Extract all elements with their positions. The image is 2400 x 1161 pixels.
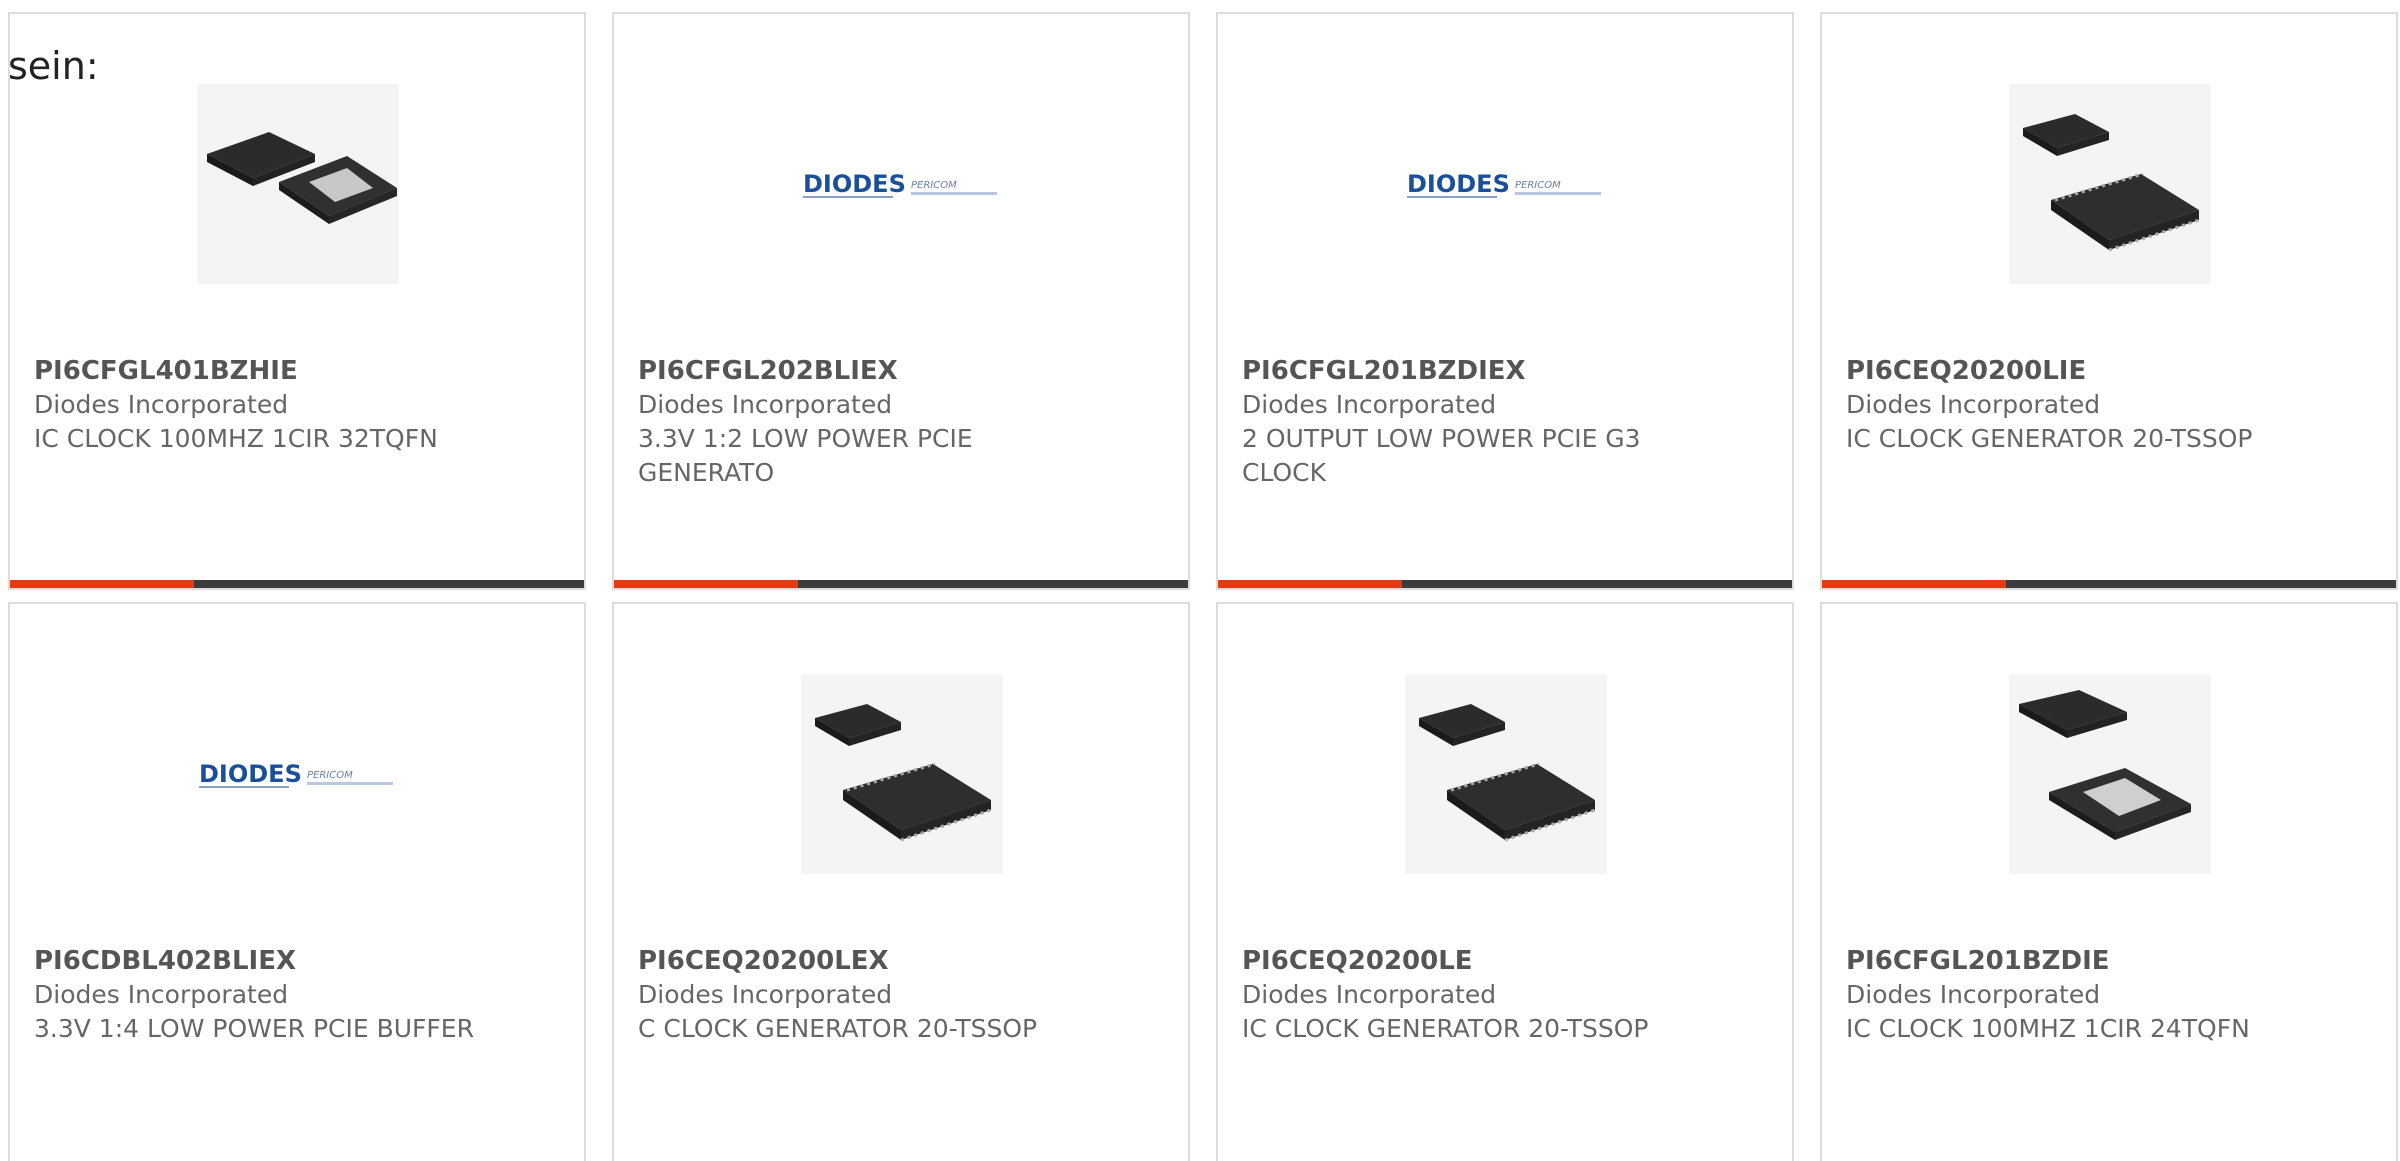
logo-sub: PERICOM	[911, 180, 957, 191]
description: 2 OUTPUT LOW POWER PCIE G3 CLOCK	[1242, 424, 1641, 487]
progress-bar	[1822, 580, 2396, 588]
part-number-link[interactable]: PI6CFGL201BZDIE	[1846, 944, 2372, 978]
logo-brand: DIODES	[803, 170, 906, 198]
logo-brand: DIODES	[1407, 170, 1510, 198]
product-info: PI6CEQ20200LIE Diodes Incorporated IC CL…	[1846, 354, 2372, 456]
product-grid: PI6CFGL401BZHIE Diodes Incorporated IC C…	[8, 12, 2398, 1161]
diodes-pericom-logo: DIODES PERICOM	[1405, 84, 1607, 284]
progress-bar-fill	[10, 580, 194, 588]
progress-bar	[614, 580, 1188, 588]
part-number-link[interactable]: PI6CDBL402BLIEX	[34, 944, 560, 978]
product-card[interactable]: PI6CEQ20200LE Diodes Incorporated IC CLO…	[1216, 602, 1794, 1161]
manufacturer: Diodes Incorporated	[1846, 980, 2101, 1009]
logo-brand: DIODES	[199, 760, 302, 788]
product-info: PI6CFGL201BZDIE Diodes Incorporated IC C…	[1846, 944, 2372, 1046]
product-card[interactable]: DIODES PERICOM PI6CDBL402BLIEX Diodes In…	[8, 602, 586, 1161]
diodes-pericom-logo: DIODES PERICOM	[197, 674, 399, 874]
logo-sub: PERICOM	[1515, 180, 1561, 191]
manufacturer: Diodes Incorporated	[1846, 390, 2101, 419]
logo-sub: PERICOM	[307, 770, 353, 781]
tssop-chip-icon	[801, 674, 1003, 874]
product-card[interactable]: DIODES PERICOM PI6CFGL201BZDIEX Diodes I…	[1216, 12, 1794, 590]
part-number-link[interactable]: PI6CEQ20200LEX	[638, 944, 1164, 978]
qfn-chip-icon	[197, 84, 399, 284]
progress-bar-fill	[1822, 580, 2006, 588]
description: C CLOCK GENERATOR 20-TSSOP	[638, 1014, 1038, 1043]
product-info: PI6CFGL201BZDIEX Diodes Incorporated 2 O…	[1242, 354, 1768, 490]
description: IC CLOCK GENERATOR 20-TSSOP	[1846, 424, 2253, 453]
manufacturer: Diodes Incorporated	[1242, 980, 1497, 1009]
progress-bar-fill	[1218, 580, 1402, 588]
description: 3.3V 1:2 LOW POWER PCIE GENERATO	[638, 424, 973, 487]
manufacturer: Diodes Incorporated	[34, 390, 289, 419]
product-grid-page: sein: PI6CFGL401BZHIE Diodes Incorporate…	[0, 0, 2400, 1161]
product-card[interactable]: DIODES PERICOM PI6CFGL202BLIEX Diodes In…	[612, 12, 1190, 590]
part-number-link[interactable]: PI6CEQ20200LIE	[1846, 354, 2372, 388]
part-number-link[interactable]: PI6CFGL202BLIEX	[638, 354, 1164, 388]
description: 3.3V 1:4 LOW POWER PCIE BUFFER	[34, 1014, 474, 1043]
progress-bar-fill	[614, 580, 798, 588]
progress-bar	[1218, 580, 1792, 588]
diodes-pericom-logo: DIODES PERICOM	[801, 84, 1003, 284]
product-info: PI6CEQ20200LEX Diodes Incorporated C CLO…	[638, 944, 1164, 1046]
tssop-chip-icon	[2009, 84, 2211, 284]
description: IC CLOCK GENERATOR 20-TSSOP	[1242, 1014, 1649, 1043]
progress-bar	[10, 580, 584, 588]
manufacturer: Diodes Incorporated	[638, 390, 893, 419]
product-info: PI6CEQ20200LE Diodes Incorporated IC CLO…	[1242, 944, 1768, 1046]
product-info: PI6CFGL202BLIEX Diodes Incorporated 3.3V…	[638, 354, 1164, 490]
product-card[interactable]: PI6CFGL401BZHIE Diodes Incorporated IC C…	[8, 12, 586, 590]
manufacturer: Diodes Incorporated	[1242, 390, 1497, 419]
part-number-link[interactable]: PI6CFGL201BZDIEX	[1242, 354, 1768, 388]
product-info: PI6CFGL401BZHIE Diodes Incorporated IC C…	[34, 354, 560, 456]
manufacturer: Diodes Incorporated	[34, 980, 289, 1009]
part-number-link[interactable]: PI6CEQ20200LE	[1242, 944, 1768, 978]
description: IC CLOCK 100MHZ 1CIR 24TQFN	[1846, 1014, 2250, 1043]
part-number-link[interactable]: PI6CFGL401BZHIE	[34, 354, 560, 388]
product-card[interactable]: PI6CFGL201BZDIE Diodes Incorporated IC C…	[1820, 602, 2398, 1161]
product-card[interactable]: PI6CEQ20200LEX Diodes Incorporated C CLO…	[612, 602, 1190, 1161]
product-info: PI6CDBL402BLIEX Diodes Incorporated 3.3V…	[34, 944, 560, 1046]
tssop-chip-icon	[1405, 674, 1607, 874]
prefix-text: sein:	[8, 44, 99, 88]
qfn-large-chip-icon	[2009, 674, 2211, 874]
product-card[interactable]: PI6CEQ20200LIE Diodes Incorporated IC CL…	[1820, 12, 2398, 590]
description: IC CLOCK 100MHZ 1CIR 32TQFN	[34, 424, 438, 453]
manufacturer: Diodes Incorporated	[638, 980, 893, 1009]
